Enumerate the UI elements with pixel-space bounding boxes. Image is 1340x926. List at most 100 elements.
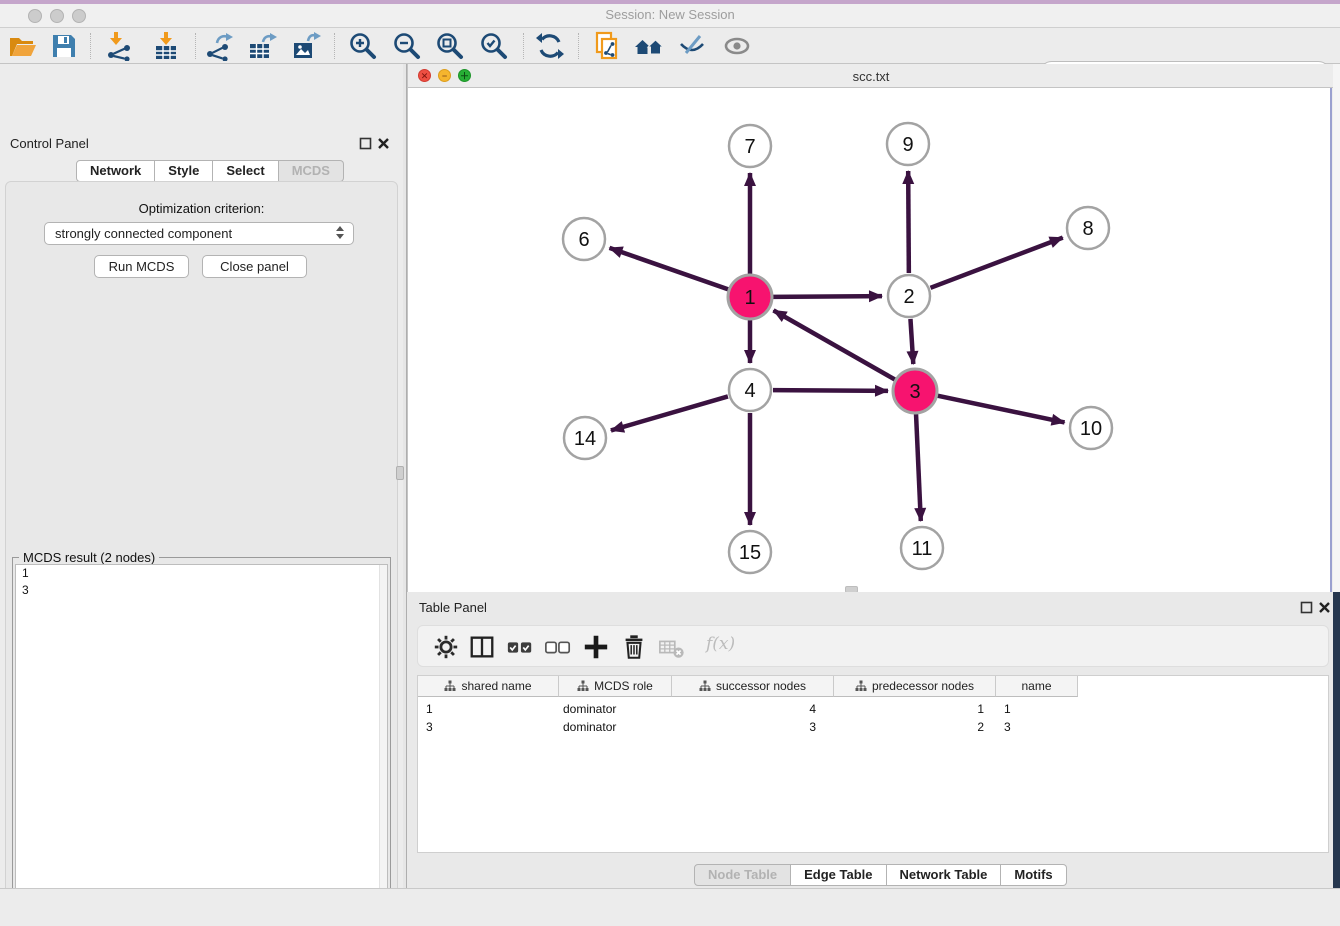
import-table-icon[interactable] — [151, 31, 181, 61]
show-all-icon[interactable] — [722, 31, 752, 61]
result-scrollbar[interactable] — [379, 565, 387, 926]
add-column-icon[interactable] — [582, 633, 610, 661]
graph-edge-4-14[interactable] — [611, 396, 728, 430]
unselect-all-columns-icon[interactable] — [544, 633, 572, 661]
result-line: 3 — [16, 582, 387, 599]
criterion-value: strongly connected component — [55, 226, 232, 241]
zoom-in-icon[interactable] — [348, 31, 378, 61]
open-file-icon[interactable] — [8, 31, 38, 61]
graph-edge-2-3[interactable] — [910, 319, 913, 364]
column-header-mcds-role[interactable]: MCDS role — [559, 676, 672, 697]
table-row[interactable]: 3dominator323 — [418, 719, 1328, 735]
graph-node-8[interactable]: 8 — [1067, 207, 1109, 249]
export-table-icon[interactable] — [247, 31, 277, 61]
table-header-row: shared name MCDS role successor nodes pr… — [418, 676, 1078, 697]
column-view-icon[interactable] — [468, 633, 496, 661]
tab-mcds[interactable]: MCDS — [279, 160, 344, 182]
tab-network-table[interactable]: Network Table — [887, 864, 1002, 886]
zoom-selected-icon[interactable] — [479, 31, 509, 61]
column-header-successor-nodes[interactable]: successor nodes — [672, 676, 834, 697]
graph-node-10[interactable]: 10 — [1070, 407, 1112, 449]
zoom-out-icon[interactable] — [392, 31, 422, 61]
hide-selected-icon[interactable] — [677, 31, 707, 61]
desktop-edge-strip — [1333, 592, 1340, 888]
close-panel-button[interactable]: Close panel — [202, 255, 307, 278]
graph-edge-2-9[interactable] — [908, 171, 909, 273]
panel-divider-handle[interactable] — [396, 466, 404, 480]
graph-node-14[interactable]: 14 — [564, 417, 606, 459]
network-window-titlebar: ✕ − ＋ scc.txt — [407, 64, 1333, 88]
table-cell[interactable]: 1 — [834, 701, 996, 717]
optimization-criterion-label: Optimization criterion: — [0, 201, 403, 216]
column-header-predecessor-nodes[interactable]: predecessor nodes — [834, 676, 996, 697]
tab-node-table[interactable]: Node Table — [694, 864, 791, 886]
column-header-shared-name[interactable]: shared name — [418, 676, 559, 697]
toolbar-separator — [334, 33, 335, 59]
svg-text:1: 1 — [744, 287, 755, 309]
network-window: ✕ − ＋ scc.txt 1 2 3 4 6 7 8 9 10 11 14 15 — [407, 64, 1333, 592]
export-image-icon[interactable] — [291, 31, 321, 61]
table-cell[interactable]: 3 — [996, 719, 1078, 735]
table-row[interactable]: 1dominator411 — [418, 701, 1328, 717]
namespace-icon — [444, 680, 456, 692]
table-cell[interactable]: 4 — [672, 701, 834, 717]
refresh-icon[interactable] — [535, 31, 565, 61]
save-session-icon[interactable] — [49, 31, 79, 61]
float-table-panel-icon[interactable] — [1300, 601, 1313, 614]
table-cell[interactable]: dominator — [559, 719, 672, 735]
first-neighbors-icon[interactable] — [634, 31, 664, 61]
graph-node-3[interactable]: 3 — [893, 369, 937, 413]
tab-motifs[interactable]: Motifs — [1001, 864, 1066, 886]
graph-node-6[interactable]: 6 — [563, 218, 605, 260]
delete-column-icon[interactable] — [620, 633, 648, 661]
export-network-icon[interactable] — [204, 31, 234, 61]
criterion-select[interactable]: strongly connected component — [44, 222, 354, 245]
table-cell[interactable]: 3 — [672, 719, 834, 735]
svg-text:8: 8 — [1082, 218, 1093, 240]
graph-node-11[interactable]: 11 — [901, 527, 943, 569]
zoom-fit-icon[interactable] — [435, 31, 465, 61]
network-graph: 1 2 3 4 6 7 8 9 10 11 14 15 — [408, 88, 1331, 592]
float-panel-icon[interactable] — [359, 137, 372, 150]
graph-node-9[interactable]: 9 — [887, 123, 929, 165]
table-settings-gear-icon[interactable] — [432, 633, 460, 661]
svg-text:9: 9 — [902, 134, 913, 156]
column-header-name[interactable]: name — [996, 676, 1078, 697]
graph-node-7[interactable]: 7 — [729, 125, 771, 167]
main-toolbar — [0, 28, 1340, 64]
svg-text:11: 11 — [912, 538, 933, 560]
graph-node-2[interactable]: 2 — [888, 275, 930, 317]
graph-edge-3-1[interactable] — [773, 310, 895, 379]
graph-edge-4-3[interactable] — [773, 390, 888, 391]
clone-network-icon[interactable] — [591, 31, 621, 61]
table-cell[interactable]: 3 — [418, 719, 559, 735]
graph-node-1[interactable]: 1 — [728, 275, 772, 319]
graph-node-15[interactable]: 15 — [729, 531, 771, 573]
tab-edge-table[interactable]: Edge Table — [791, 864, 886, 886]
close-table-panel-icon[interactable] — [1318, 601, 1331, 614]
select-all-columns-icon[interactable] — [506, 633, 534, 661]
graph-edge-3-11[interactable] — [916, 414, 921, 521]
svg-text:3: 3 — [909, 381, 920, 403]
graph-node-4[interactable]: 4 — [729, 369, 771, 411]
graph-edge-1-2[interactable] — [773, 296, 882, 297]
close-panel-icon[interactable] — [377, 137, 390, 150]
namespace-icon — [577, 680, 589, 692]
toolbar-separator — [195, 33, 196, 59]
tab-select[interactable]: Select — [213, 160, 278, 182]
table-cell[interactable]: dominator — [559, 701, 672, 717]
graph-edge-1-6[interactable] — [609, 248, 728, 290]
tab-style[interactable]: Style — [155, 160, 213, 182]
import-network-icon[interactable] — [103, 31, 133, 61]
table-cell[interactable]: 1 — [996, 701, 1078, 717]
mcds-result-box[interactable]: 13 — [15, 564, 388, 926]
graph-edge-2-8[interactable] — [931, 238, 1063, 288]
tab-network[interactable]: Network — [76, 160, 155, 182]
table-panel-title: Table Panel — [419, 600, 487, 615]
table-cell[interactable]: 2 — [834, 719, 996, 735]
run-mcds-button[interactable]: Run MCDS — [94, 255, 189, 278]
namespace-icon — [699, 680, 711, 692]
table-cell[interactable]: 1 — [418, 701, 559, 717]
network-canvas[interactable]: 1 2 3 4 6 7 8 9 10 11 14 15 — [407, 88, 1332, 592]
graph-edge-3-10[interactable] — [938, 396, 1065, 423]
